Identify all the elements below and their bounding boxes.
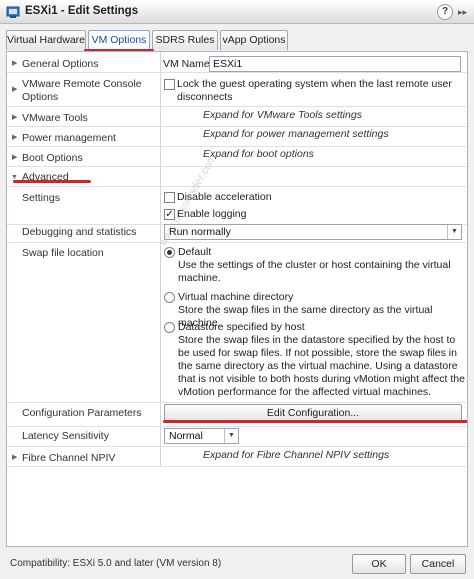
latency-sensitivity-value: Normal: [169, 430, 203, 442]
window-titlebar: ESXi1 - Edit Settings ? ▸▸: [0, 0, 474, 24]
chevron-down-icon[interactable]: ▼: [224, 429, 238, 443]
ok-button[interactable]: OK: [352, 554, 406, 574]
boot-options-note: Expand for boot options: [203, 148, 314, 160]
disable-acceleration-checkbox[interactable]: [164, 192, 175, 203]
fibre-channel-npiv-note: Expand for Fibre Channel NPIV settings: [203, 449, 390, 461]
vm-icon: [6, 6, 20, 18]
cancel-button[interactable]: Cancel: [410, 554, 466, 574]
highlight-underline-advanced: [13, 180, 91, 183]
expand-icon[interactable]: ▸▸: [458, 6, 472, 18]
vm-name-label: VM Name:: [163, 58, 213, 70]
expand-arrow-icon[interactable]: ▶: [12, 113, 17, 123]
lock-guest-os-checkbox[interactable]: [164, 79, 175, 90]
dialog-footer: Compatibility: ESXi 5.0 and later (VM ve…: [0, 548, 474, 579]
swap-datastore-label: Datastore specified by host: [178, 321, 305, 333]
row-label-latency-sensitivity: Latency Sensitivity: [22, 430, 109, 442]
vmware-tools-note: Expand for VMware Tools settings: [203, 109, 362, 121]
debugging-select[interactable]: Run normally ▼: [164, 224, 462, 240]
row-label-fibre-channel-npiv[interactable]: Fibre Channel NPIV: [22, 452, 115, 465]
swap-datastore-desc: Store the swap files in the datastore sp…: [178, 334, 465, 398]
swap-default-radio[interactable]: [164, 247, 175, 258]
latency-sensitivity-select[interactable]: Normal ▼: [164, 428, 239, 444]
expand-arrow-icon[interactable]: ▶: [12, 59, 17, 69]
tab-sdrs-rules[interactable]: SDRS Rules: [152, 30, 218, 50]
expand-arrow-icon[interactable]: ▶: [12, 133, 17, 143]
row-label-boot-options[interactable]: Boot Options: [22, 152, 83, 165]
tab-vapp-options[interactable]: vApp Options: [220, 30, 288, 50]
row-label-vmrc-options[interactable]: VMware Remote Console Options: [22, 78, 157, 104]
row-label-settings: Settings: [22, 192, 60, 204]
row-label-configuration-parameters: Configuration Parameters: [22, 407, 142, 419]
window-title: ESXi1 - Edit Settings: [25, 5, 139, 17]
expand-arrow-icon[interactable]: ▶: [12, 153, 17, 163]
vm-name-input[interactable]: ESXi1: [209, 56, 461, 72]
row-label-power-management[interactable]: Power management: [22, 132, 116, 145]
tab-vm-options[interactable]: VM Options: [88, 30, 150, 50]
swap-default-desc: Use the settings of the cluster or host …: [178, 259, 451, 284]
swap-vm-directory-label: Virtual machine directory: [178, 291, 294, 303]
swap-datastore-radio[interactable]: [164, 322, 175, 333]
row-label-debugging: Debugging and statistics: [22, 226, 137, 238]
row-label-swap-file-location: Swap file location: [22, 247, 104, 259]
expand-arrow-icon[interactable]: ▶: [12, 453, 17, 463]
chevron-down-icon[interactable]: ▼: [447, 225, 461, 239]
row-label-general-options[interactable]: General Options: [22, 58, 98, 71]
compatibility-label: Compatibility: ESXi 5.0 and later (VM ve…: [10, 558, 222, 569]
tab-virtual-hardware[interactable]: Virtual Hardware: [6, 30, 86, 50]
options-panel: ▶ General Options VM Name: ESXi1 ▶ VMwar…: [6, 51, 468, 547]
lock-guest-os-label: Lock the guest operating system when the…: [177, 78, 452, 103]
row-label-vmware-tools[interactable]: VMware Tools: [22, 112, 88, 125]
help-button[interactable]: ?: [437, 4, 453, 20]
highlight-underline-edit-configuration: [163, 420, 467, 423]
power-management-note: Expand for power management settings: [203, 128, 389, 140]
expand-arrow-icon[interactable]: ▶: [12, 85, 17, 95]
swap-default-label: Default: [178, 246, 212, 258]
swap-vm-directory-radio[interactable]: [164, 292, 175, 303]
